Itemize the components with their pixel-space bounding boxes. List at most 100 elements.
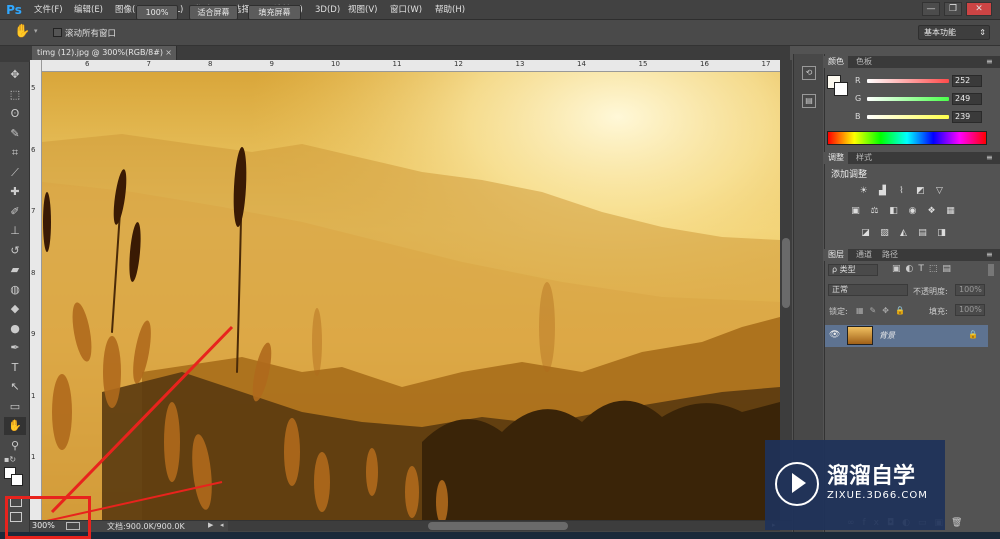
channel-value-input[interactable]: 239: [952, 111, 982, 123]
ruler-tick-label: 9: [31, 330, 36, 338]
tab-swatches[interactable]: 色板: [852, 56, 876, 68]
fill-screen-button[interactable]: 填充屏幕: [248, 5, 301, 20]
bw-icon[interactable]: ◧: [888, 206, 899, 216]
minimize-button[interactable]: —: [922, 2, 940, 16]
invert-icon[interactable]: ◪: [860, 228, 871, 238]
type-tool-icon[interactable]: T: [4, 359, 26, 377]
quick-select-icon[interactable]: ✎: [4, 125, 26, 143]
canvas-image[interactable]: [42, 72, 780, 522]
opacity-input[interactable]: 100%: [955, 284, 985, 296]
adjust-panel-tabs: 调整 样式 ≡: [824, 152, 1000, 164]
threshold-icon[interactable]: ◭: [898, 228, 909, 238]
toolbox-header: [0, 46, 30, 62]
zoom-tool-icon[interactable]: ⚲: [4, 437, 26, 455]
triangle-icon[interactable]: ▽: [934, 186, 945, 196]
path-select-icon[interactable]: ↖: [4, 378, 26, 396]
eraser-tool-icon[interactable]: ▰: [4, 261, 26, 279]
panel-menu-icon[interactable]: ≡: [982, 249, 997, 261]
tab-adjustments[interactable]: 调整: [824, 152, 848, 164]
move-tool-icon[interactable]: ✥: [4, 66, 26, 84]
hand-tool-icon[interactable]: ✋: [4, 417, 26, 435]
healing-brush-icon[interactable]: ✚: [4, 183, 26, 201]
eyedropper-icon[interactable]: ⟋: [4, 164, 26, 182]
tab-color[interactable]: 颜色: [824, 56, 848, 68]
blend-mode-select[interactable]: 正常: [828, 284, 908, 296]
adjust-title: 添加调整: [831, 170, 868, 180]
balance-icon[interactable]: ⚖: [869, 206, 880, 216]
menu-item[interactable]: 视图(V): [348, 0, 377, 20]
channel-slider[interactable]: [867, 97, 949, 101]
ruler-vertical: 5 6 7 8 9 1 1: [30, 60, 42, 522]
lasso-tool-icon[interactable]: ʘ: [4, 105, 26, 123]
status-menu-icon[interactable]: ▶: [208, 521, 213, 529]
gradientmap-icon[interactable]: ▤: [917, 228, 928, 238]
history-panel-icon[interactable]: ⟲: [802, 66, 816, 80]
document-tab[interactable]: timg (12).jpg @ 300%(RGB/8#) ×: [32, 46, 177, 60]
crop-tool-icon[interactable]: ⌗: [4, 144, 26, 162]
panel-menu-icon[interactable]: ≡: [982, 152, 997, 164]
posterize-icon[interactable]: ▨: [879, 228, 890, 238]
options-bar: [0, 20, 1000, 46]
scroll-left-icon[interactable]: ◂: [220, 521, 224, 529]
properties-panel-icon[interactable]: ▤: [802, 94, 816, 108]
layer-name[interactable]: 背景: [879, 330, 895, 341]
curves-icon[interactable]: ⌇: [896, 186, 907, 196]
vertical-scroll-thumb[interactable]: [782, 238, 790, 308]
rectangle-tool-icon[interactable]: ▭: [4, 398, 26, 416]
workspace-dropdown[interactable]: 基本功能 ⇕: [918, 25, 990, 40]
brush-tool-icon[interactable]: ✐: [4, 203, 26, 221]
brightness-icon[interactable]: ☀: [858, 186, 869, 196]
channel-value-input[interactable]: 252: [952, 75, 982, 87]
hand-tool-icon[interactable]: ✋: [14, 24, 32, 40]
default-colors-icon[interactable]: ▪↻: [4, 455, 16, 464]
pen-tool-icon[interactable]: ✒: [4, 339, 26, 357]
blur-tool-icon[interactable]: ◆: [4, 300, 26, 318]
dodge-tool-icon[interactable]: ●: [4, 320, 26, 338]
menu-item[interactable]: 3D(D): [315, 0, 340, 20]
menu-item[interactable]: 帮助(H): [435, 0, 465, 20]
close-button[interactable]: ✕: [966, 2, 992, 16]
menu-item[interactable]: 编辑(E): [74, 0, 103, 20]
background-swatch[interactable]: [834, 82, 848, 96]
tab-layers[interactable]: 图层: [824, 249, 848, 261]
scroll-all-checkbox[interactable]: [53, 28, 62, 37]
lookup-icon[interactable]: ▦: [945, 206, 956, 216]
photofilter-icon[interactable]: ◉: [907, 206, 918, 216]
menu-item[interactable]: 窗口(W): [390, 0, 422, 20]
panel-menu-icon[interactable]: ≡: [982, 56, 997, 68]
history-brush-icon[interactable]: ↺: [4, 242, 26, 260]
color-spectrum[interactable]: [827, 131, 987, 145]
tab-styles[interactable]: 样式: [852, 152, 876, 164]
filter-toggle[interactable]: [988, 264, 994, 276]
tab-paths[interactable]: 路径: [878, 249, 902, 261]
horizontal-scroll-thumb[interactable]: [428, 522, 568, 530]
layers-panel-tabs: 图层 通道 路径 ≡: [824, 249, 1000, 261]
fill-input[interactable]: 100%: [955, 304, 985, 316]
close-tab-icon[interactable]: ×: [165, 46, 172, 60]
background-color-swatch[interactable]: [11, 474, 23, 486]
channelmix-icon[interactable]: ❖: [926, 206, 937, 216]
layer-filter-select[interactable]: ρ 类型: [828, 264, 878, 276]
fit-screen-button[interactable]: 适合屏幕: [189, 5, 238, 20]
vibrance-icon[interactable]: ▣: [850, 206, 861, 216]
channel-slider[interactable]: [867, 115, 949, 119]
paint-bucket-icon[interactable]: ◍: [4, 281, 26, 299]
exposure-icon[interactable]: ◩: [915, 186, 926, 196]
ruler-horizontal: 6 7 8 9 10 11 12 13 14 15 16 17: [42, 60, 780, 72]
channel-slider[interactable]: [867, 79, 949, 83]
channel-value-input[interactable]: 249: [952, 93, 982, 105]
menu-item[interactable]: 文件(F): [34, 0, 63, 20]
marquee-tool-icon[interactable]: ⬚: [4, 86, 26, 104]
ruler-tick-label: 7: [146, 60, 151, 68]
stamp-tool-icon[interactable]: ⊥: [4, 222, 26, 240]
tool-preset-arrow-icon[interactable]: ▾: [34, 27, 40, 37]
tab-channels[interactable]: 通道: [852, 249, 876, 261]
restore-button[interactable]: ❐: [944, 2, 962, 16]
workspace-label: 基本功能: [924, 28, 956, 37]
filter-icons[interactable]: ▣◐T⬚▤: [892, 264, 956, 274]
lock-icons[interactable]: ▦✎✥🔒: [856, 306, 911, 315]
zoom-100-button[interactable]: 100%: [136, 5, 178, 20]
levels-icon[interactable]: ▟: [877, 186, 888, 196]
visibility-eye-icon[interactable]: 👁: [829, 330, 840, 340]
selective-icon[interactable]: ◨: [936, 228, 947, 238]
